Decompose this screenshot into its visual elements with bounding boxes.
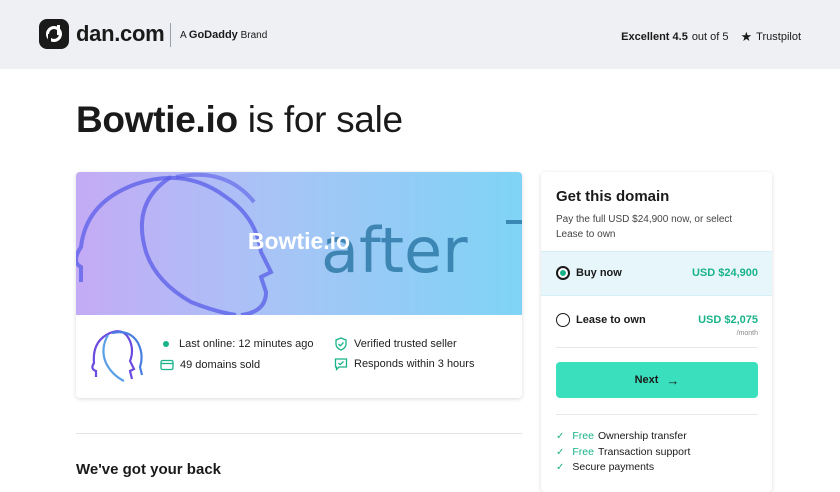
domains-sold-text: 49 domains sold [180, 359, 261, 371]
next-button[interactable]: Next → [556, 362, 758, 398]
lease-option[interactable]: Lease to own USD $2,075 /month [541, 299, 772, 344]
feature-item: ✓ Free Ownership transfer [556, 430, 687, 442]
godaddy-brand: A GoDaddy Brand [180, 29, 267, 41]
last-online-stat: Last online: 12 minutes ago [150, 338, 314, 350]
domains-icon [160, 359, 174, 371]
panel-divider [556, 414, 758, 415]
feature-item: ✓ Secure payments [556, 461, 654, 473]
brand-name: GoDaddy [188, 29, 238, 41]
purchase-panel: Get this domain Pay the full USD $24,900… [541, 172, 772, 492]
header-divider [170, 23, 171, 47]
page-title: Bowtie.io is for sale [76, 99, 403, 141]
dan-logo-icon [39, 19, 69, 49]
site-header: dan.com A GoDaddy Brand Excellent 4.5 ou… [0, 0, 840, 69]
lease-label: Lease to own [576, 314, 646, 326]
buy-now-option[interactable]: Buy now USD $24,900 [541, 251, 772, 296]
rating-suffix: out of 5 [691, 31, 729, 43]
panel-description: Pay the full USD $24,900 now, or select … [556, 214, 733, 240]
feature-free-tag: Free [572, 430, 594, 442]
seller-avatar [90, 327, 146, 385]
lease-price: USD $2,075 [698, 314, 758, 326]
domain-banner: after Bowtie.io [76, 172, 522, 315]
title-domain: Bowtie.io [76, 99, 238, 140]
check-icon: ✓ [556, 461, 565, 473]
feature-text: Secure payments [572, 461, 655, 473]
buy-now-label: Buy now [576, 267, 622, 279]
feature-free-tag: Free [572, 446, 594, 458]
buy-now-price: USD $24,900 [691, 267, 758, 279]
title-suffix: is for sale [247, 99, 403, 140]
arrow-right-icon: → [666, 372, 680, 388]
check-icon: ✓ [556, 430, 565, 442]
feature-text: Ownership transfer [597, 430, 687, 442]
lease-radio[interactable] [556, 313, 570, 327]
responds-text: Responds within 3 hours [354, 358, 475, 370]
brand-suffix: Brand [240, 30, 268, 41]
lease-period: /month [736, 330, 758, 337]
panel-title: Get this domain [556, 188, 670, 205]
last-online-text: Last online: 12 minutes ago [179, 338, 314, 350]
check-icon: ✓ [556, 446, 565, 458]
trustpilot-rating[interactable]: Excellent 4.5 out of 5 ★ Trustpilot [621, 29, 801, 45]
logo-text: dan.com [76, 21, 165, 46]
dan-logo[interactable]: dan.com [39, 19, 165, 49]
brand-prefix: A [180, 30, 187, 41]
banner-domain: Bowtie.io [247, 228, 351, 254]
response-time-stat: Responds within 3 hours [334, 357, 474, 371]
star-icon: ★ [740, 29, 753, 44]
online-dot [163, 341, 169, 347]
verified-text: Verified trusted seller [354, 338, 457, 350]
domains-sold-stat: 49 domains sold [160, 358, 260, 372]
chat-check-icon [334, 358, 348, 371]
feature-text: Transaction support [597, 446, 691, 458]
section-title: We've got your back [76, 461, 221, 478]
verified-seller-stat: Verified trusted seller [334, 337, 457, 351]
buy-now-radio[interactable] [556, 266, 570, 280]
trustpilot-label: Trustpilot [756, 31, 801, 43]
rating-label: Excellent 4.5 [621, 31, 688, 43]
listing-card: after Bowtie.io Last online: 12 minutes … [76, 172, 522, 398]
feature-item: ✓ Free Transaction support [556, 446, 690, 458]
section-divider [76, 433, 522, 434]
next-label: Next [634, 374, 659, 386]
option-divider [556, 347, 758, 348]
shield-check-icon [335, 337, 347, 351]
